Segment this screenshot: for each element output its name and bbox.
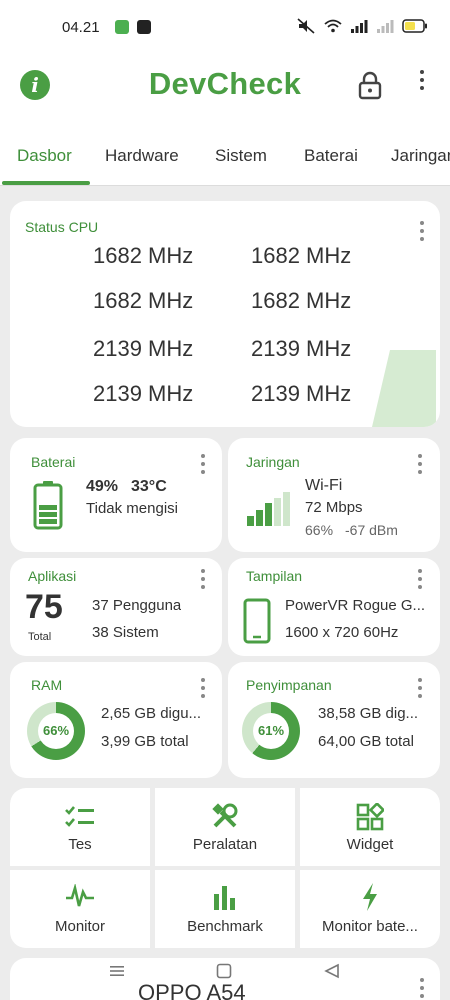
apps-system-count: 38 Sistem xyxy=(92,624,159,641)
status-time: 04.21 xyxy=(62,19,100,36)
battery-level: 49% xyxy=(86,478,119,495)
tool-widget-label: Widget xyxy=(346,836,394,853)
app-bar: i DevCheck xyxy=(0,56,450,120)
display-card-title: Tampilan xyxy=(246,568,303,584)
network-speed: 72 Mbps xyxy=(305,499,363,516)
back-icon[interactable] xyxy=(324,963,340,979)
tool-benchmark[interactable]: Benchmark xyxy=(155,870,295,948)
cpu-core-2: 1682 MHz xyxy=(93,288,194,313)
cpu-core-4: 2139 MHz xyxy=(93,336,194,361)
cpu-status-card[interactable]: Status CPU 1682 MHz 1682 MHz 1682 MHz 16… xyxy=(10,201,440,427)
system-nav-bar xyxy=(0,958,450,1000)
ram-total: 3,99 GB total xyxy=(101,733,189,750)
ram-percent: 66% xyxy=(38,713,74,749)
tab-sistem[interactable]: Sistem xyxy=(215,146,267,166)
cpu-card-menu-icon[interactable] xyxy=(418,221,426,241)
network-dbm: -67 dBm xyxy=(345,522,398,538)
cpu-core-6: 2139 MHz xyxy=(93,381,194,406)
more-options-icon[interactable] xyxy=(412,70,432,100)
display-resolution: 1600 x 720 60Hz xyxy=(285,624,399,641)
recent-apps-icon[interactable] xyxy=(109,964,125,978)
cpu-load-graph xyxy=(372,350,436,427)
cpu-core-5: 2139 MHz xyxy=(251,336,352,361)
system-icons xyxy=(296,18,428,34)
battery-status: Tidak mengisi xyxy=(86,500,178,517)
network-type: Wi-Fi xyxy=(305,477,343,494)
network-card-title: Jaringan xyxy=(246,454,300,470)
ram-card-menu-icon[interactable] xyxy=(199,678,207,698)
ram-card[interactable]: RAM 66% 2,65 GB digu... 3,99 GB total xyxy=(10,662,222,778)
lock-icon[interactable] xyxy=(356,70,384,100)
storage-card-menu-icon[interactable] xyxy=(416,678,424,698)
tool-widget[interactable]: Widget xyxy=(300,788,440,866)
tool-tes[interactable]: Tes xyxy=(10,788,150,866)
apps-total-count: 75 xyxy=(25,588,63,626)
apps-card[interactable]: Aplikasi 75 Total 37 Pengguna 38 Sistem xyxy=(10,558,222,656)
display-gpu: PowerVR Rogue G... xyxy=(285,597,426,614)
battery-card[interactable]: Baterai 49% 33°C Tidak mengisi xyxy=(10,438,222,552)
battery-card-title: Baterai xyxy=(31,454,76,470)
battery-temp: 33°C xyxy=(131,478,167,495)
battery-card-menu-icon[interactable] xyxy=(199,454,207,474)
tool-monitor-baterai-label: Monitor bate... xyxy=(322,918,418,935)
storage-card[interactable]: Penyimpanan 61% 38,58 GB dig... 64,00 GB… xyxy=(228,662,440,778)
cpu-core-1: 1682 MHz xyxy=(251,243,352,268)
apps-card-title: Aplikasi xyxy=(28,568,77,584)
ram-usage-ring: 66% xyxy=(27,702,85,760)
ram-used: 2,65 GB digu... xyxy=(101,705,202,722)
checklist-icon xyxy=(65,806,94,827)
display-card[interactable]: Tampilan PowerVR Rogue G... 1600 x 720 6… xyxy=(228,558,440,656)
bar-chart-icon xyxy=(214,886,235,910)
signal-2-icon xyxy=(377,20,394,33)
storage-used: 38,58 GB dig... xyxy=(318,705,419,722)
apps-card-menu-icon[interactable] xyxy=(199,569,207,589)
tab-bar: Dasbor Hardware Sistem Baterai Jaringan xyxy=(0,120,450,186)
tool-monitor[interactable]: Monitor xyxy=(10,870,150,948)
signal-strength-icon xyxy=(247,492,290,526)
apps-total-label: Total xyxy=(28,631,52,643)
pulse-icon xyxy=(66,884,94,907)
display-card-menu-icon[interactable] xyxy=(416,569,424,589)
lightning-icon xyxy=(363,883,377,911)
tool-monitor-label: Monitor xyxy=(54,918,106,935)
storage-total: 64,00 GB total xyxy=(318,733,414,750)
status-bar: 04.21 xyxy=(0,0,450,56)
ram-card-title: RAM xyxy=(31,677,63,693)
cpu-core-3: 1682 MHz xyxy=(251,288,352,313)
cpu-core-0: 1682 MHz xyxy=(93,243,194,268)
home-icon[interactable] xyxy=(216,963,232,979)
chat-notification-icon xyxy=(115,20,129,34)
network-signal-percent: 66% xyxy=(305,522,334,538)
tab-baterai[interactable]: Baterai xyxy=(304,146,358,166)
widget-icon xyxy=(356,803,384,831)
battery-icon xyxy=(33,481,63,530)
wifi-icon xyxy=(324,19,342,33)
storage-usage-ring: 61% xyxy=(242,702,300,760)
network-card[interactable]: Jaringan Wi-Fi 72 Mbps 66% -67 dBm xyxy=(228,438,440,552)
network-card-menu-icon[interactable] xyxy=(416,454,424,474)
tools-grid: Tes Peralatan Widget Monitor Benchmark M… xyxy=(10,788,440,948)
tool-monitor-baterai[interactable]: Monitor bate... xyxy=(300,870,440,948)
cpu-core-7: 2139 MHz xyxy=(251,381,352,406)
alert-notification-icon xyxy=(137,20,151,34)
storage-percent: 61% xyxy=(253,713,289,749)
tool-peralatan-label: Peralatan xyxy=(192,836,258,853)
mute-icon xyxy=(297,18,315,34)
apps-user-count: 37 Pengguna xyxy=(92,597,182,614)
battery-status-icon xyxy=(402,19,427,33)
phone-icon xyxy=(243,598,271,644)
tab-hardware[interactable]: Hardware xyxy=(105,146,179,166)
tab-jaringan[interactable]: Jaringan xyxy=(391,146,450,166)
tool-peralatan[interactable]: Peralatan xyxy=(155,788,295,866)
tool-tes-label: Tes xyxy=(68,836,92,853)
tools-icon xyxy=(212,803,238,828)
signal-icon xyxy=(351,20,368,33)
tool-benchmark-label: Benchmark xyxy=(187,918,263,935)
tab-indicator xyxy=(2,181,90,185)
storage-card-title: Penyimpanan xyxy=(246,677,332,693)
cpu-card-title: Status CPU xyxy=(25,219,99,235)
tab-dasbor[interactable]: Dasbor xyxy=(17,146,72,166)
